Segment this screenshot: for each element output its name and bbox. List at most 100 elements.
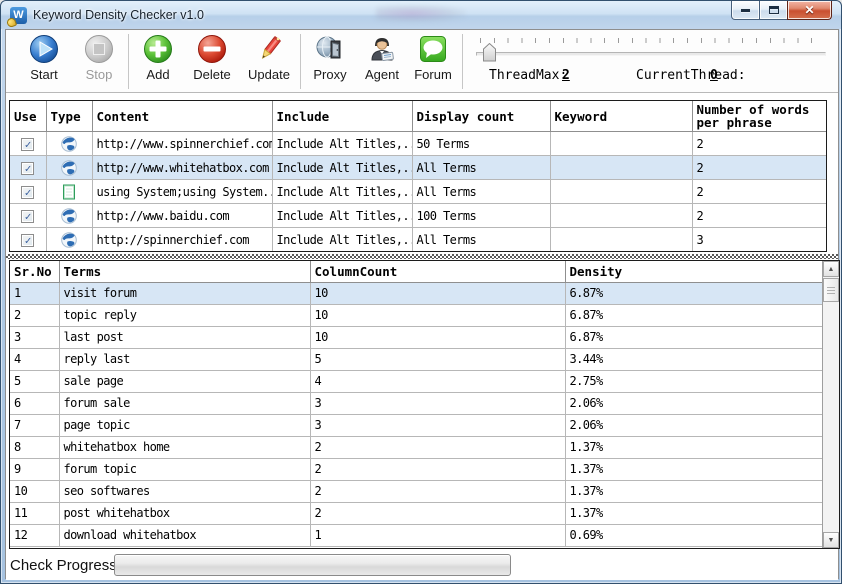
use-checkbox[interactable]: ✓ [21,186,34,199]
keyword-cell [550,156,692,180]
use-checkbox[interactable]: ✓ [21,138,34,151]
toolbar-separator [300,34,301,89]
col-header-use[interactable]: Use [10,101,46,132]
proxy-button[interactable]: Proxy [306,33,354,90]
maximize-icon [769,6,779,14]
source-row[interactable]: ✓http://www.baidu.comInclude Alt Titles,… [10,204,827,228]
col-header-keyword[interactable]: Keyword [550,101,692,132]
use-checkbox[interactable]: ✓ [21,210,34,223]
density-cell: 2.06% [565,392,822,414]
scroll-down-button[interactable]: ▼ [823,532,839,548]
col-header-display-count[interactable]: Display count [412,101,550,132]
start-button[interactable]: Start [18,33,70,90]
term-row[interactable]: 3last post106.87% [10,326,822,348]
terms-cell: seo softwares [59,480,310,502]
term-row[interactable]: 1visit forum106.87% [10,282,822,304]
client-area: Start Stop [5,29,839,579]
srno-cell: 4 [10,348,59,370]
col-header-words-per-phrase[interactable]: Number of words per phrase [692,101,827,132]
add-icon [142,33,174,65]
term-row[interactable]: 9forum topic21.37% [10,458,822,480]
scroll-up-button[interactable]: ▲ [823,261,839,277]
words-per-phrase-cell: 2 [692,156,827,180]
key-icon [6,16,18,28]
maximize-button[interactable] [760,1,787,20]
col-header-columncount[interactable]: ColumnCount [310,261,565,282]
term-row[interactable]: 4reply last53.44% [10,348,822,370]
columncount-cell: 10 [310,304,565,326]
density-cell: 2.06% [565,414,822,436]
vertical-scrollbar[interactable]: ▲ ▼ [822,261,839,548]
density-cell: 1.37% [565,436,822,458]
use-checkbox[interactable]: ✓ [21,234,34,247]
srno-cell: 6 [10,392,59,414]
display-count-cell: All Terms [412,180,550,204]
terms-cell: download whitehatbox [59,524,310,546]
columncount-cell: 2 [310,458,565,480]
terms-table: Sr.No Terms ColumnCount Density 1visit f… [9,260,840,549]
columncount-cell: 10 [310,282,565,304]
proxy-icon [314,33,346,65]
scrollbar-thumb[interactable] [823,278,839,302]
terms-cell: forum topic [59,458,310,480]
splitter-handle[interactable] [6,254,838,259]
columncount-cell: 2 [310,436,565,458]
minimize-button[interactable] [731,1,760,20]
update-button[interactable]: Update [242,33,296,90]
source-row[interactable]: ✓http://spinnerchief.comInclude Alt Titl… [10,228,827,252]
delete-button[interactable]: Delete [186,33,238,90]
columncount-cell: 3 [310,414,565,436]
include-cell: Include Alt Titles,... [272,180,412,204]
term-row[interactable]: 11post whitehatbox21.37% [10,502,822,524]
density-cell: 0.69% [565,524,822,546]
srno-cell: 5 [10,370,59,392]
density-cell: 2.75% [565,370,822,392]
terms-cell: visit forum [59,282,310,304]
slider-track[interactable] [476,52,826,56]
check-progress-label: Check Progress: [10,557,121,574]
col-header-terms[interactable]: Terms [59,261,310,282]
include-cell: Include Alt Titles,... [272,228,412,252]
term-row[interactable]: 2topic reply106.87% [10,304,822,326]
col-header-include[interactable]: Include [272,101,412,132]
term-row[interactable]: 8whitehatbox home21.37% [10,436,822,458]
close-button[interactable]: ✕ [787,1,832,20]
content-cell: http://www.whitehatbox.com [92,156,272,180]
add-button[interactable]: Add [136,33,180,90]
term-row[interactable]: 10seo softwares21.37% [10,480,822,502]
use-checkbox[interactable]: ✓ [21,162,34,175]
col-header-content[interactable]: Content [92,101,272,132]
source-row[interactable]: ✓using System;using System...Include Alt… [10,180,827,204]
terms-cell: topic reply [59,304,310,326]
col-header-type[interactable]: Type [46,101,92,132]
source-row[interactable]: ✓http://www.whitehatbox.comInclude Alt T… [10,156,827,180]
threadmax-slider[interactable] [476,38,826,62]
title-bar[interactable]: W Keyword Density Checker v1.0 ✕ [1,1,841,29]
slider-thumb-icon[interactable] [483,43,496,67]
srno-cell: 2 [10,304,59,326]
scrollbar-track[interactable] [823,302,839,532]
agent-icon [366,33,398,65]
srno-cell: 12 [10,524,59,546]
forum-button[interactable]: Forum [408,33,458,90]
term-row[interactable]: 5sale page42.75% [10,370,822,392]
display-count-cell: All Terms [412,156,550,180]
words-per-phrase-cell: 3 [692,228,827,252]
srno-cell: 8 [10,436,59,458]
col-header-density[interactable]: Density [565,261,822,282]
srno-cell: 10 [10,480,59,502]
delete-icon [196,33,228,65]
display-count-cell: 100 Terms [412,204,550,228]
col-header-srno[interactable]: Sr.No [10,261,59,282]
density-cell: 3.44% [565,348,822,370]
term-row[interactable]: 7page topic32.06% [10,414,822,436]
density-cell: 6.87% [565,326,822,348]
words-per-phrase-cell: 2 [692,204,827,228]
density-cell: 6.87% [565,282,822,304]
terms-cell: post whitehatbox [59,502,310,524]
term-row[interactable]: 6forum sale32.06% [10,392,822,414]
source-row[interactable]: ✓http://www.spinnerchief.comInclude Alt … [10,132,827,156]
minimize-icon [741,9,750,12]
agent-button[interactable]: Agent [358,33,406,90]
term-row[interactable]: 12download whitehatbox10.69% [10,524,822,546]
